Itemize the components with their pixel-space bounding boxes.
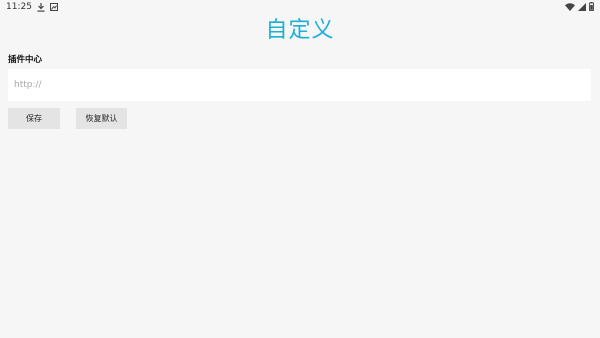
battery-icon <box>589 2 594 11</box>
plugin-url-input[interactable] <box>8 69 591 101</box>
status-time: 11:25 <box>6 2 32 12</box>
download-icon <box>37 2 45 12</box>
save-button[interactable]: 保存 <box>8 108 60 129</box>
status-left: 11:25 <box>6 2 58 12</box>
wifi-icon <box>565 2 575 11</box>
signal-icon <box>578 2 586 11</box>
notification-icon <box>49 3 58 11</box>
plugin-center-label: 插件中心 <box>8 55 43 65</box>
page-title: 自定义 <box>265 18 335 43</box>
status-right <box>565 2 594 11</box>
restore-default-button[interactable]: 恢复默认 <box>76 108 127 129</box>
